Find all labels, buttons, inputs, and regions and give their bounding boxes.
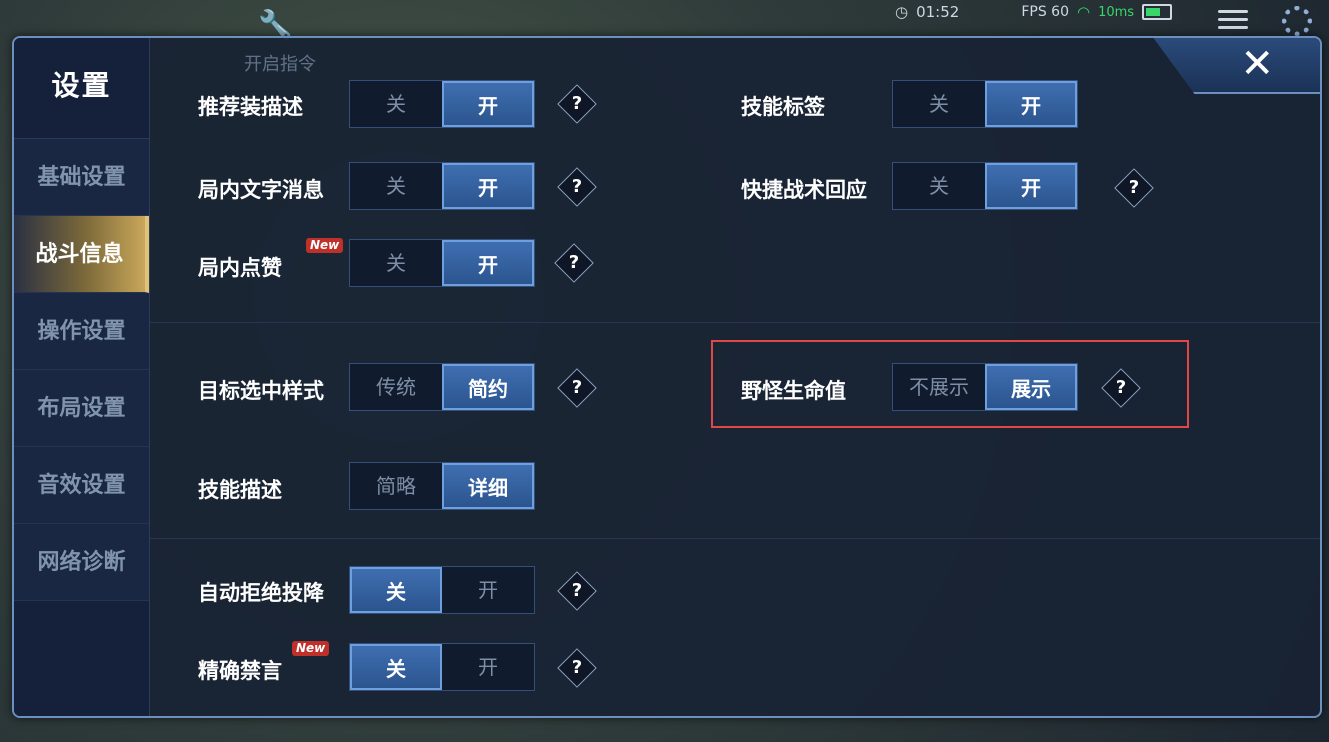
option-off[interactable]: 传统	[350, 364, 442, 410]
setting-label-target-style: 目标选中样式	[198, 379, 324, 403]
option-off[interactable]: 关	[350, 163, 442, 209]
setting-label-skill-tag: 技能标签	[741, 95, 825, 119]
option-on[interactable]: 简约	[442, 364, 534, 410]
sidebar-item-battle-info[interactable]: 战斗信息	[14, 216, 149, 293]
status-bar: ◷ 01:52 FPS 60 ◠ 10ms	[895, 3, 1173, 21]
toggle-recommend-item-desc: 关 开	[349, 80, 535, 128]
option-on[interactable]: 开	[442, 644, 534, 690]
setting-label-in-game-text: 局内文字消息	[198, 178, 324, 202]
command-label: 开启指令	[244, 54, 316, 75]
help-icon[interactable]: ?	[557, 84, 597, 124]
toggle-in-game-like: 关 开	[349, 239, 535, 287]
ping-readout: 10ms	[1098, 4, 1135, 20]
setting-label-auto-reject-surrender: 自动拒绝投降	[198, 581, 324, 605]
wifi-icon: ◠	[1076, 3, 1091, 21]
toggle-monster-hp: 不展示 展示	[892, 363, 1078, 411]
gear-icon[interactable]	[1282, 6, 1312, 36]
settings-sidebar: 设置 基础设置 战斗信息 操作设置 布局设置 音效设置 网络诊断	[14, 38, 150, 716]
option-on[interactable]: 开	[985, 81, 1077, 127]
option-on[interactable]: 展示	[985, 364, 1077, 410]
battery-icon	[1142, 4, 1173, 20]
new-badge: New	[306, 238, 344, 253]
settings-content: 开启指令 ✕ 推荐装描述 关 开 ? 技能标签 关 开 局内文字消息 关 开 ?…	[150, 38, 1320, 716]
option-off[interactable]: 关	[350, 567, 442, 613]
option-on[interactable]: 开	[985, 163, 1077, 209]
option-on[interactable]: 开	[442, 240, 534, 286]
close-icon[interactable]: ✕	[1240, 44, 1274, 84]
section-divider	[150, 538, 1320, 539]
sidebar-item-layout[interactable]: 布局设置	[14, 370, 149, 447]
help-icon[interactable]: ?	[554, 243, 594, 283]
toggle-skill-tag: 关 开	[892, 80, 1078, 128]
help-icon[interactable]: ?	[1114, 168, 1154, 208]
setting-label-skill-desc: 技能描述	[198, 478, 282, 502]
help-icon[interactable]: ?	[557, 368, 597, 408]
fps-readout: FPS 60	[1021, 4, 1069, 20]
sidebar-item-controls[interactable]: 操作设置	[14, 293, 149, 370]
setting-label-recommend-item-desc: 推荐装描述	[198, 95, 303, 119]
section-divider	[150, 322, 1320, 323]
sidebar-item-audio[interactable]: 音效设置	[14, 447, 149, 524]
option-off[interactable]: 关	[350, 240, 442, 286]
dialog-title: 设置	[14, 38, 149, 139]
option-off[interactable]: 关	[350, 81, 442, 127]
option-on[interactable]: 开	[442, 567, 534, 613]
toggle-precise-mute: 关 开	[349, 643, 535, 691]
toggle-auto-reject-surrender: 关 开	[349, 566, 535, 614]
setting-label-precise-mute: 精确禁言 New	[198, 641, 330, 685]
toggle-quick-tactic: 关 开	[892, 162, 1078, 210]
setting-label-in-game-like: 局内点赞 New	[198, 238, 344, 282]
setting-label-text: 局内点赞	[198, 256, 282, 280]
option-off[interactable]: 关	[893, 163, 985, 209]
game-time: 01:52	[916, 3, 960, 21]
toggle-in-game-text: 关 开	[349, 162, 535, 210]
option-off[interactable]: 简略	[350, 463, 442, 509]
game-hud: 🔧 ◷ 01:52 FPS 60 ◠ 10ms	[0, 0, 1329, 41]
sidebar-item-basic[interactable]: 基础设置	[14, 139, 149, 216]
help-icon[interactable]: ?	[557, 648, 597, 688]
setting-label-quick-tactic: 快捷战术回应	[741, 178, 867, 202]
help-icon[interactable]: ?	[557, 167, 597, 207]
new-badge: New	[292, 641, 330, 656]
setting-label-monster-hp: 野怪生命值	[741, 379, 846, 403]
option-on[interactable]: 详细	[442, 463, 534, 509]
sidebar-item-network[interactable]: 网络诊断	[14, 524, 149, 601]
toggle-target-style: 传统 简约	[349, 363, 535, 411]
option-off[interactable]: 关	[350, 644, 442, 690]
option-off[interactable]: 关	[893, 81, 985, 127]
clock-icon: ◷	[895, 3, 909, 21]
option-off[interactable]: 不展示	[893, 364, 985, 410]
settings-dialog: 设置 基础设置 战斗信息 操作设置 布局设置 音效设置 网络诊断 开启指令 ✕ …	[12, 36, 1322, 718]
close-tab[interactable]: ✕	[1152, 38, 1320, 94]
option-on[interactable]: 开	[442, 163, 534, 209]
menu-icon[interactable]	[1218, 10, 1248, 30]
help-icon[interactable]: ?	[557, 571, 597, 611]
toggle-skill-desc: 简略 详细	[349, 462, 535, 510]
setting-label-text: 精确禁言	[198, 659, 282, 683]
option-on[interactable]: 开	[442, 81, 534, 127]
